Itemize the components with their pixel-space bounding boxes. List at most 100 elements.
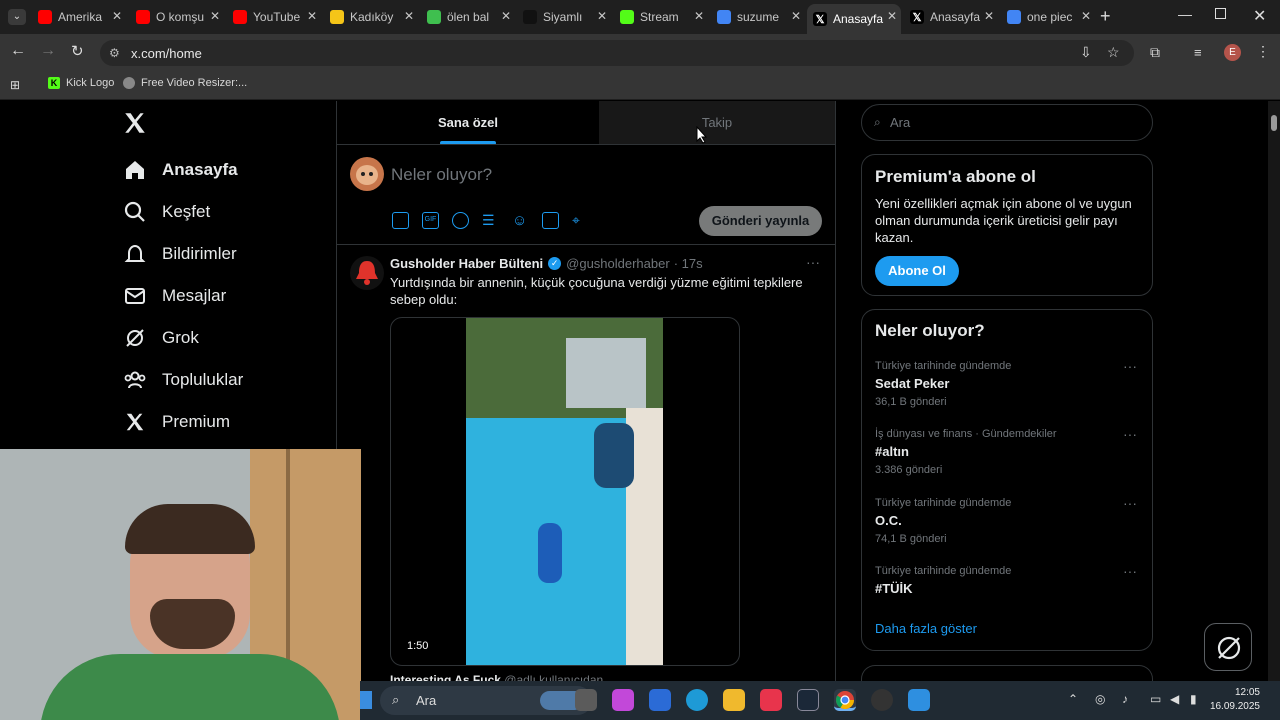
- close-tab-icon[interactable]: ✕: [887, 9, 897, 23]
- microphone-icon[interactable]: ♪: [1122, 692, 1128, 706]
- more-options-icon[interactable]: ···: [806, 254, 820, 270]
- compose-input[interactable]: Neler oluyor?: [391, 165, 492, 185]
- nav-item-mail[interactable]: Mesajlar: [122, 276, 226, 316]
- tray-overflow-icon[interactable]: ⌃: [1068, 692, 1078, 706]
- tweet-author-name[interactable]: Gusholder Haber Bülteni: [390, 256, 543, 271]
- task-view-icon[interactable]: [575, 689, 597, 711]
- copilot-icon[interactable]: [612, 689, 634, 711]
- trend-item[interactable]: Türkiye tarihinde gündemde #TÜİK ···: [875, 563, 1145, 601]
- volume-icon[interactable]: ◀: [1170, 692, 1179, 706]
- network-icon[interactable]: ▭: [1150, 692, 1161, 706]
- app-icon[interactable]: [760, 689, 782, 711]
- nav-item-search[interactable]: Keşfet: [122, 192, 210, 232]
- close-window-icon[interactable]: ✕: [1253, 6, 1266, 26]
- forward-icon[interactable]: →: [40, 42, 56, 60]
- grok-icon[interactable]: [452, 212, 469, 229]
- start-icon[interactable]: [360, 691, 372, 709]
- more-options-icon[interactable]: ···: [1123, 563, 1137, 579]
- more-options-icon[interactable]: ···: [1123, 426, 1137, 442]
- nav-item-grok[interactable]: Grok: [122, 318, 199, 358]
- reload-icon[interactable]: ↻: [71, 42, 84, 60]
- profile-avatar[interactable]: E: [1224, 44, 1241, 61]
- gif-icon[interactable]: GIF: [422, 212, 439, 229]
- browser-tab[interactable]: 𝕏 Anasayfa ✕: [807, 4, 901, 34]
- extensions-icon[interactable]: ⧉: [1150, 44, 1160, 61]
- avatar[interactable]: [350, 157, 384, 191]
- trend-item[interactable]: İş dünyası ve finans · Gündemdekiler #alt…: [875, 426, 1145, 476]
- emoji-icon[interactable]: ☺: [512, 212, 529, 229]
- tab-search-icon[interactable]: ⌄: [8, 9, 26, 25]
- nav-item-home[interactable]: Anasayfa: [122, 150, 238, 190]
- install-app-icon[interactable]: ⇩: [1080, 44, 1092, 61]
- close-tab-icon[interactable]: ✕: [597, 9, 607, 23]
- store-icon[interactable]: [649, 689, 671, 711]
- tweet-handle[interactable]: @gusholderhaber: [566, 256, 670, 271]
- trend-item[interactable]: Türkiye tarihinde gündemde O.C. 74,1 B gön…: [875, 495, 1145, 545]
- edge-icon[interactable]: [686, 689, 708, 711]
- trend-item[interactable]: Türkiye tarihinde gündemde Sedat Peker 36,…: [875, 358, 1145, 408]
- minimize-icon[interactable]: —: [1178, 6, 1192, 22]
- nav-item-bell[interactable]: Bildirimler: [122, 234, 237, 274]
- site-info-icon[interactable]: ⚙: [109, 46, 120, 60]
- search-input[interactable]: ⌕ Ara: [861, 104, 1153, 141]
- tweet-time[interactable]: · 17s: [674, 256, 703, 271]
- url-text[interactable]: x.com/home: [131, 46, 202, 61]
- apps-grid-icon[interactable]: ⊞: [10, 78, 20, 92]
- chrome-icon[interactable]: [834, 689, 856, 711]
- bookmark-video-resizer[interactable]: Free Video Resizer:...: [123, 77, 247, 89]
- more-options-icon[interactable]: ···: [1123, 358, 1137, 374]
- browser-tab[interactable]: Kadıköy ✕: [324, 4, 418, 30]
- clock-time[interactable]: 12:05: [1228, 687, 1260, 698]
- location-icon[interactable]: ⌖: [572, 212, 589, 229]
- file-explorer-icon[interactable]: [723, 689, 745, 711]
- browser-tab[interactable]: ölen bal ✕: [421, 4, 515, 30]
- close-tab-icon[interactable]: ✕: [112, 9, 122, 23]
- close-tab-icon[interactable]: ✕: [210, 9, 220, 23]
- taskbar-search[interactable]: ⌕ Ara: [380, 686, 592, 715]
- poll-icon[interactable]: ☰: [482, 212, 499, 229]
- more-options-icon[interactable]: ···: [1123, 495, 1137, 511]
- tab-for-you[interactable]: Sana özel: [337, 101, 599, 145]
- grok-floating-button[interactable]: [1204, 623, 1252, 671]
- nav-item-communities[interactable]: Topluluklar: [122, 360, 243, 400]
- subscribe-button[interactable]: Abone Ol: [875, 256, 959, 286]
- photos-icon[interactable]: [908, 689, 930, 711]
- obs-icon[interactable]: [871, 689, 893, 711]
- x-logo-icon[interactable]: [122, 110, 148, 141]
- browser-tab[interactable]: one piec ✕: [1001, 4, 1095, 30]
- steam-icon[interactable]: [797, 689, 819, 711]
- tweet-author-avatar[interactable]: [350, 256, 384, 290]
- address-bar[interactable]: ⚙ x.com/home ⇩ ☆: [100, 40, 1134, 66]
- close-tab-icon[interactable]: ✕: [984, 9, 994, 23]
- browser-tab[interactable]: suzume ✕: [711, 4, 805, 30]
- close-tab-icon[interactable]: ✕: [404, 9, 414, 23]
- browser-tab[interactable]: O komşu ✕: [130, 4, 224, 30]
- new-tab-icon[interactable]: +: [1100, 6, 1111, 27]
- tab-following[interactable]: Takip: [599, 101, 835, 145]
- close-tab-icon[interactable]: ✕: [307, 9, 317, 23]
- bookmark-kick-logo[interactable]: K Kick Logo: [48, 77, 114, 89]
- browser-tab[interactable]: YouTube ✕: [227, 4, 321, 30]
- media-controls-icon[interactable]: ≡: [1194, 45, 1202, 60]
- schedule-icon[interactable]: [542, 212, 559, 229]
- show-more-link[interactable]: Daha fazla göster: [875, 621, 977, 636]
- browser-tab[interactable]: Stream ✕: [614, 4, 708, 30]
- bookmark-star-icon[interactable]: ☆: [1107, 44, 1120, 61]
- clock-date[interactable]: 16.09.2025: [1206, 701, 1260, 712]
- close-tab-icon[interactable]: ✕: [694, 9, 704, 23]
- close-tab-icon[interactable]: ✕: [501, 9, 511, 23]
- close-tab-icon[interactable]: ✕: [1081, 9, 1091, 23]
- maximize-icon[interactable]: [1215, 8, 1226, 19]
- browser-menu-icon[interactable]: ⋮: [1256, 43, 1270, 60]
- page-scrollbar[interactable]: [1268, 101, 1280, 681]
- back-icon[interactable]: ←: [10, 42, 26, 60]
- post-button[interactable]: Gönderi yayınla: [699, 206, 822, 236]
- tray-security-icon[interactable]: ◎: [1095, 692, 1105, 706]
- battery-icon[interactable]: ▮: [1190, 692, 1197, 706]
- nav-item-x-logo[interactable]: Premium: [122, 402, 230, 442]
- browser-tab[interactable]: Amerika ✕: [32, 4, 126, 30]
- tweet-video[interactable]: 1:50: [390, 317, 740, 666]
- browser-tab[interactable]: Siyamlı ✕: [517, 4, 611, 30]
- close-tab-icon[interactable]: ✕: [791, 9, 801, 23]
- browser-tab[interactable]: 𝕏 Anasayfa ✕: [904, 4, 998, 30]
